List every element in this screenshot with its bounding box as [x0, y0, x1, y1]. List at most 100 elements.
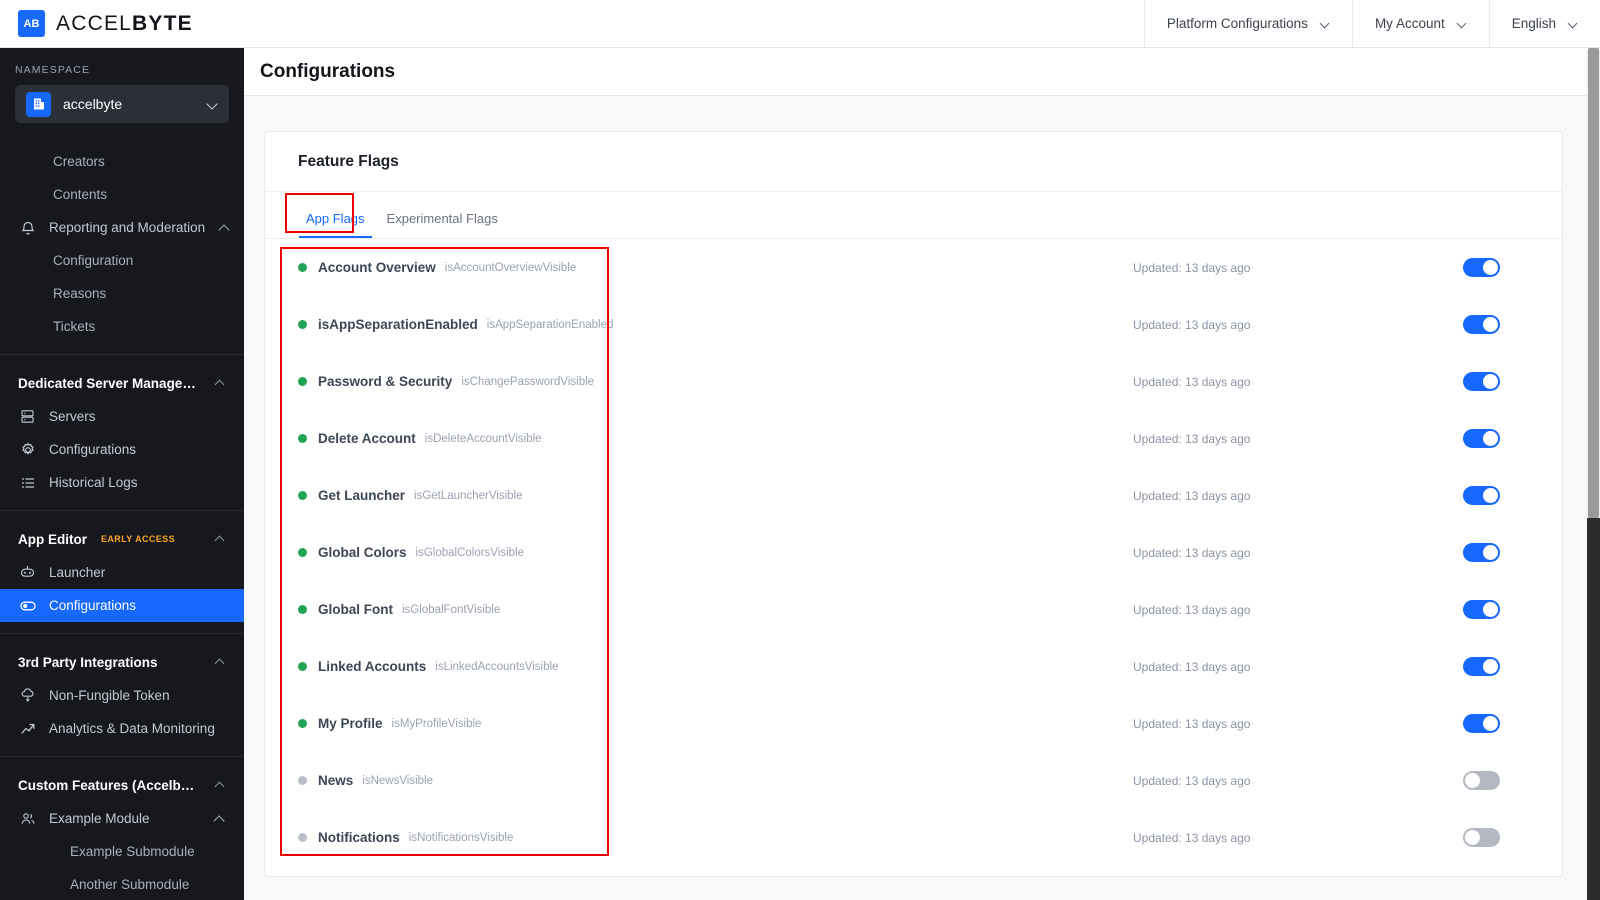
list-icon: [18, 473, 37, 492]
window-scrollbar[interactable]: [1587, 48, 1600, 900]
status-dot-disabled: [298, 833, 307, 842]
flag-updated: Updated: 13 days ago: [1133, 716, 1251, 731]
top-bar: AB ACCELBYTE Platform Configurations My …: [0, 0, 1600, 48]
feature-flags-list: Account Overview isAccountOverviewVisibl…: [265, 239, 1562, 876]
flag-toggle[interactable]: [1463, 714, 1500, 733]
card-header: Feature Flags: [265, 132, 1562, 192]
sidebar-section-label: 3rd Party Integrations: [18, 654, 158, 670]
toggle-knob: [1465, 830, 1480, 845]
flag-row: Global Font isGlobalFontVisible Updated:…: [265, 581, 1562, 638]
sidebar-item-label: Analytics & Data Monitoring: [49, 721, 215, 736]
flag-key: isChangePasswordVisible: [461, 375, 595, 388]
flag-name: Linked Accounts: [318, 659, 427, 674]
flag-name: My Profile: [318, 716, 383, 731]
sidebar-item-analytics-data-monitoring[interactable]: Analytics & Data Monitoring: [0, 712, 244, 745]
toggle-knob: [1483, 602, 1498, 617]
scrollbar-track[interactable]: [1587, 518, 1600, 900]
toggle-icon: [18, 596, 37, 615]
sidebar-item-label: Reasons: [53, 286, 107, 301]
flag-name: isAppSeparationEnabled: [318, 317, 478, 332]
flag-key: isNotificationsVisible: [408, 831, 514, 844]
sidebar-item-servers[interactable]: Servers: [0, 400, 244, 433]
sidebar-section-app-editor[interactable]: App Editor EARLY ACCESS: [0, 522, 244, 556]
scrollbar-thumb[interactable]: [1588, 48, 1599, 518]
flag-toggle[interactable]: [1463, 543, 1500, 562]
flag-name: Password & Security: [318, 374, 453, 389]
sidebar-item-label: Servers: [49, 409, 96, 424]
flag-updated: Updated: 13 days ago: [1133, 431, 1251, 446]
sidebar-divider: [0, 354, 244, 355]
page-title: Configurations: [260, 60, 396, 82]
menu-language[interactable]: English: [1488, 0, 1600, 47]
sidebar-item-example-module[interactable]: Example Module: [0, 802, 244, 835]
sidebar-section-label: Dedicated Server Management: [18, 375, 202, 391]
chevron-up-icon[interactable]: [212, 654, 228, 670]
flag-toggle[interactable]: [1463, 372, 1500, 391]
tab-app-flags-label: App Flags: [306, 211, 365, 226]
flag-updated: Updated: 13 days ago: [1133, 659, 1251, 674]
sidebar-section-third-party-integrations[interactable]: 3rd Party Integrations: [0, 645, 244, 679]
sidebar-item-non-fungible-token[interactable]: Non-Fungible Token: [0, 679, 244, 712]
status-dot-enabled: [298, 605, 307, 614]
status-dot-enabled: [298, 434, 307, 443]
sidebar-item-app-editor-configurations[interactable]: Configurations: [0, 589, 244, 622]
sidebar-item-dsm-configurations[interactable]: Configurations: [0, 433, 244, 466]
sidebar-item-configuration[interactable]: Configuration: [0, 244, 244, 277]
flag-name: Account Overview: [318, 260, 436, 275]
tab-experimental-flags[interactable]: Experimental Flags: [379, 211, 506, 238]
sidebar-item-contents[interactable]: Contents: [0, 178, 244, 211]
toggle-knob: [1483, 659, 1498, 674]
sidebar-item-label: Historical Logs: [49, 475, 138, 490]
menu-my-account-label: My Account: [1374, 16, 1445, 31]
sidebar-item-reporting-and-moderation[interactable]: Reporting and Moderation: [0, 211, 244, 244]
users-icon: [18, 809, 37, 828]
sidebar-item-example-submodule[interactable]: Example Submodule: [0, 835, 244, 868]
flag-toggle[interactable]: [1463, 429, 1500, 448]
brand-logo[interactable]: AB ACCELBYTE: [0, 0, 380, 47]
flag-toggle[interactable]: [1463, 258, 1500, 277]
sidebar-divider: [0, 510, 244, 511]
flag-row: Get Launcher isGetLauncherVisible Update…: [265, 467, 1562, 524]
flag-key: isGetLauncherVisible: [414, 489, 523, 502]
flag-row: isAppSeparationEnabled isAppSeparationEn…: [265, 296, 1562, 353]
flag-key: isAccountOverviewVisible: [444, 261, 577, 274]
sidebar-item-label: Configurations: [49, 442, 137, 457]
flag-name: News: [318, 773, 354, 788]
chevron-up-icon[interactable]: [217, 220, 233, 236]
toggle-knob: [1483, 545, 1498, 560]
sidebar-item-creators[interactable]: Creators: [0, 145, 244, 178]
namespace-selector[interactable]: accelbyte: [15, 85, 229, 123]
sidebar-item-reasons[interactable]: Reasons: [0, 277, 244, 310]
sidebar-item-tickets[interactable]: Tickets: [0, 310, 244, 343]
topbar-menu: Platform Configurations My Account Engli…: [1143, 0, 1600, 47]
status-dot-enabled: [298, 719, 307, 728]
status-dot-enabled: [298, 320, 307, 329]
status-dot-enabled: [298, 377, 307, 386]
chevron-up-icon[interactable]: [212, 531, 228, 547]
chevron-up-icon[interactable]: [212, 811, 228, 827]
sidebar: NAMESPACE accelbyte Configurations: [0, 48, 244, 900]
sidebar-item-launcher[interactable]: Launcher: [0, 556, 244, 589]
menu-my-account[interactable]: My Account: [1351, 0, 1489, 47]
flag-toggle[interactable]: [1463, 486, 1500, 505]
flag-toggle[interactable]: [1463, 828, 1500, 847]
sidebar-item-historical-logs[interactable]: Historical Logs: [0, 466, 244, 499]
flag-toggle[interactable]: [1463, 600, 1500, 619]
sidebar-section-label: Custom Features (Accelbyte In...: [18, 777, 202, 793]
sidebar-item-label: Example Submodule: [70, 844, 195, 859]
flag-toggle[interactable]: [1463, 657, 1500, 676]
menu-platform-configurations[interactable]: Platform Configurations: [1143, 0, 1352, 47]
toggle-knob: [1483, 260, 1498, 275]
sidebar-section-dedicated-server-management[interactable]: Dedicated Server Management: [0, 366, 244, 400]
chevron-up-icon[interactable]: [212, 777, 228, 793]
sidebar-item-another-submodule[interactable]: Another Submodule: [0, 868, 244, 900]
flag-name: Global Colors: [318, 545, 407, 560]
flag-toggle[interactable]: [1463, 771, 1500, 790]
sidebar-item-label: Non-Fungible Token: [49, 688, 170, 703]
chevron-up-icon[interactable]: [212, 375, 228, 391]
flag-key: isLinkedAccountsVisible: [435, 660, 559, 673]
tab-app-flags[interactable]: App Flags: [298, 211, 373, 238]
bell-icon: [18, 218, 37, 237]
sidebar-section-custom-features[interactable]: Custom Features (Accelbyte In...: [0, 768, 244, 802]
flag-toggle[interactable]: [1463, 315, 1500, 334]
